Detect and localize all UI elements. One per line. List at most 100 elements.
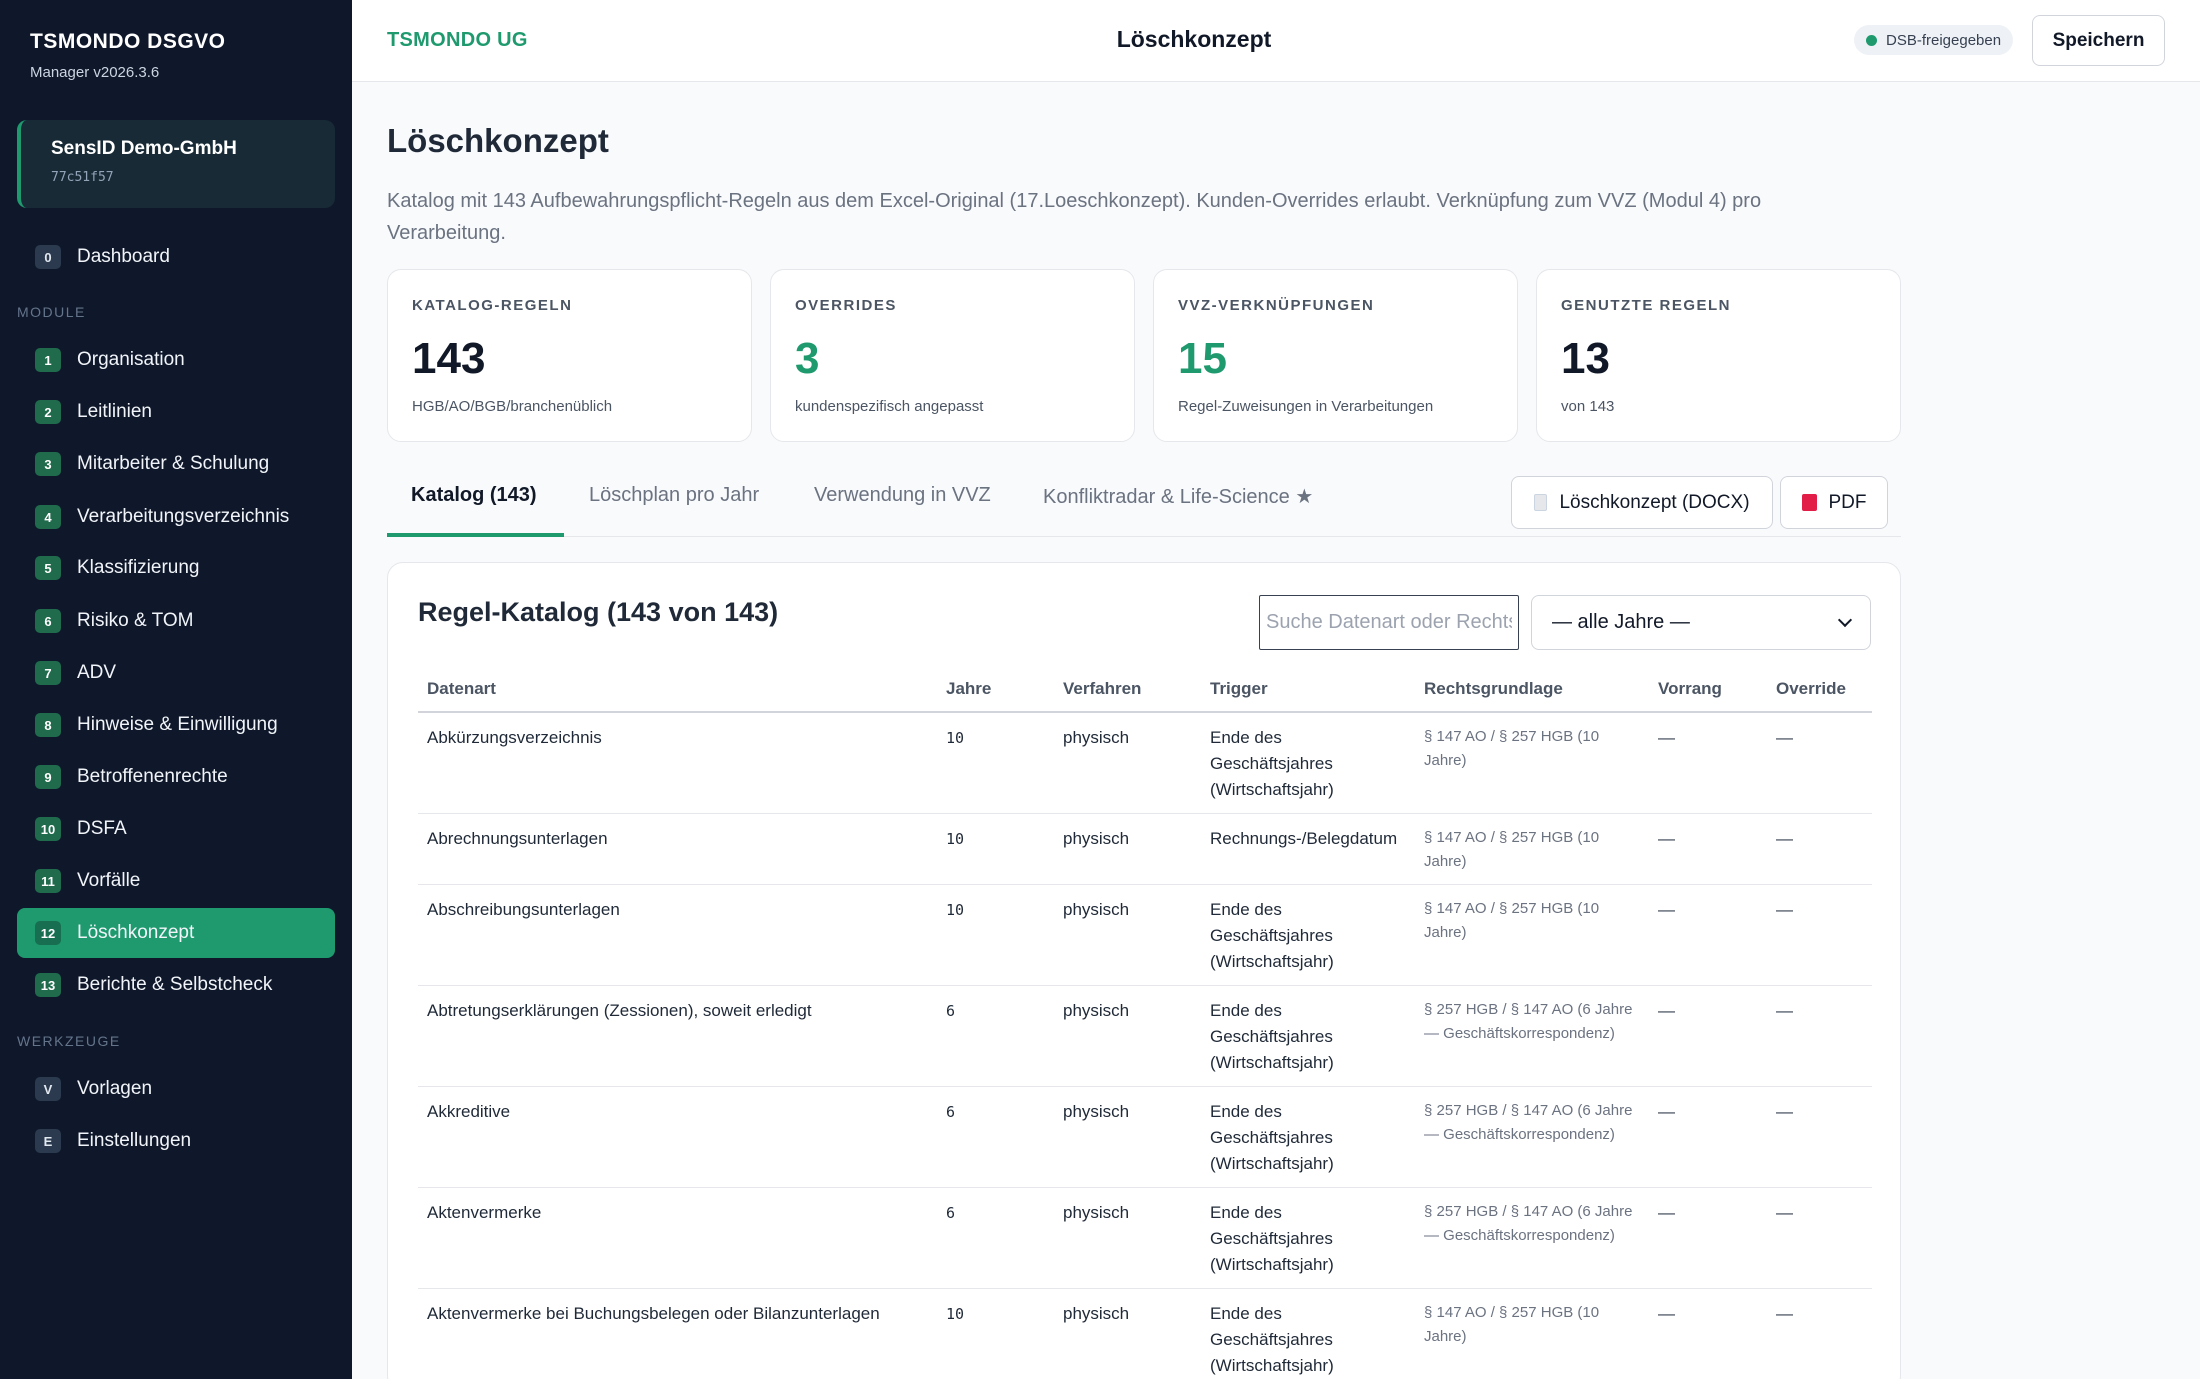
stat-sub: von 143	[1561, 398, 1615, 415]
catalog-title: Regel-Katalog (143 von 143)	[418, 597, 779, 627]
cell-trigger: Ende des Geschäftsjahres (Wirtschaftsjah…	[1201, 985, 1415, 1087]
org-card[interactable]: SensID Demo-GmbH 77c51f57	[17, 120, 335, 208]
cell-override: —	[1767, 985, 1872, 1087]
sidebar-item-mitarbeiter[interactable]: 3 Mitarbeiter & Schulung	[17, 439, 335, 489]
table-row[interactable]: Abschreibungsunterlagen 10 physisch Ende…	[418, 884, 1872, 986]
table-row[interactable]: Aktenvermerke 6 physisch Ende des Geschä…	[418, 1187, 1872, 1289]
cell-vorrang: —	[1649, 985, 1767, 1087]
cell-trigger: Ende des Geschäftsjahres (Wirtschaftsjah…	[1201, 1187, 1415, 1289]
stat-value: 143	[412, 334, 486, 383]
save-button[interactable]: Speichern	[2032, 15, 2165, 66]
search-input[interactable]	[1259, 595, 1519, 650]
nav-badge: 5	[35, 556, 61, 580]
sidebar-item-loeschkonzept[interactable]: 12 Löschkonzept	[17, 908, 335, 958]
sidebar-item-risiko-tom[interactable]: 6 Risiko & TOM	[17, 596, 335, 646]
sidebar-item-vvz[interactable]: 4 Verarbeitungsverzeichnis	[17, 492, 335, 542]
cell-verfahren: physisch	[1054, 884, 1201, 986]
cell-override: —	[1767, 1187, 1872, 1289]
sidebar-item-label: Leitlinien	[77, 401, 152, 422]
sidebar-item-label: Mitarbeiter & Schulung	[77, 453, 270, 474]
stat-sub: kundenspezifisch angepasst	[795, 398, 984, 415]
tab-verwendung-vvz[interactable]: Verwendung in VVZ	[814, 484, 991, 507]
app-version: Manager v2026.3.6	[30, 64, 160, 81]
tab-katalog[interactable]: Katalog (143)	[411, 484, 537, 507]
cell-jahre: 6	[937, 1187, 1054, 1289]
stat-label: VVZ-VERKNÜPFUNGEN	[1178, 297, 1375, 314]
nav-badge: 2	[35, 400, 61, 424]
tab-konfliktradar[interactable]: Konfliktradar & Life-Science ★	[1043, 484, 1313, 509]
cell-trigger: Ende des Geschäftsjahres (Wirtschaftsjah…	[1201, 1288, 1415, 1379]
pdf-icon	[1801, 494, 1817, 511]
active-tab-indicator	[387, 533, 564, 537]
sidebar-item-label: Hinweise & Einwilligung	[77, 714, 278, 735]
status-text: DSB-freigegeben	[1886, 31, 2002, 49]
sidebar-item-organisation[interactable]: 1 Organisation	[17, 335, 335, 385]
sidebar-item-dashboard[interactable]: 0 Dashboard	[17, 232, 335, 282]
page-title: Löschkonzept	[387, 122, 609, 159]
column-header[interactable]: Jahre	[937, 671, 1054, 713]
table-row[interactable]: Aktenvermerke bei Buchungsbelegen oder B…	[418, 1288, 1872, 1379]
sidebar-item-label: Vorlagen	[77, 1078, 153, 1099]
stat-sub: Regel-Zuweisungen in Verarbeitungen	[1178, 398, 1434, 415]
sidebar-item-label: Klassifizierung	[77, 557, 200, 578]
sidebar-item-berichte[interactable]: 13 Berichte & Selbstcheck	[17, 960, 335, 1010]
cell-override: —	[1767, 884, 1872, 986]
tabs-divider	[387, 536, 1901, 537]
stat-label: OVERRIDES	[795, 297, 897, 314]
cell-override: —	[1767, 1288, 1872, 1379]
sidebar-item-leitlinien[interactable]: 2 Leitlinien	[17, 387, 335, 437]
table-row[interactable]: Akkreditive 6 physisch Ende des Geschäft…	[418, 1086, 1872, 1188]
cell-trigger: Ende des Geschäftsjahres (Wirtschaftsjah…	[1201, 1086, 1415, 1188]
stat-sub: HGB/AO/BGB/branchenüblich	[412, 398, 613, 415]
sidebar-item-hinweise[interactable]: 8 Hinweise & Einwilligung	[17, 700, 335, 750]
sidebar-item-klassifizierung[interactable]: 5 Klassifizierung	[17, 543, 335, 593]
cell-rechtsgrundlage: § 257 HGB / § 147 AO (6 Jahre — Geschäft…	[1415, 1187, 1649, 1289]
nav-badge: 4	[35, 505, 61, 529]
column-header[interactable]: Verfahren	[1054, 671, 1201, 713]
year-filter-select[interactable]: — alle Jahre —	[1531, 595, 1871, 650]
tab-loeschplan[interactable]: Löschplan pro Jahr	[589, 484, 759, 507]
sidebar-item-vorlagen[interactable]: V Vorlagen	[17, 1064, 335, 1114]
cell-jahre: 10	[937, 1288, 1054, 1379]
sidebar-item-einstellungen[interactable]: E Einstellungen	[17, 1116, 335, 1166]
sidebar-item-label: Organisation	[77, 349, 185, 370]
cell-vorrang: —	[1649, 712, 1767, 814]
export-pdf-button[interactable]: PDF	[1780, 476, 1888, 529]
page-description: Katalog mit 143 Aufbewahrungspflicht-Reg…	[387, 190, 1762, 244]
sidebar-item-adv[interactable]: 7 ADV	[17, 648, 335, 698]
column-header[interactable]: Trigger	[1201, 671, 1415, 713]
sidebar-item-label: Vorfälle	[77, 870, 141, 891]
cell-datenart: Abrechnungsunterlagen	[418, 813, 937, 885]
stat-value: 15	[1178, 334, 1227, 383]
nav-badge: 7	[35, 661, 61, 685]
nav-badge: 10	[35, 817, 61, 841]
sidebar-item-betroffenenrechte[interactable]: 9 Betroffenenrechte	[17, 752, 335, 802]
cell-datenart: Aktenvermerke	[418, 1187, 937, 1289]
cell-vorrang: —	[1649, 1187, 1767, 1289]
app-title: TSMONDO DSGVO	[30, 30, 226, 53]
cell-jahre: 10	[937, 712, 1054, 814]
export-docx-button[interactable]: Löschkonzept (DOCX)	[1511, 476, 1773, 529]
column-header[interactable]: Override	[1767, 671, 1872, 713]
cell-rechtsgrundlage: § 257 HGB / § 147 AO (6 Jahre — Geschäft…	[1415, 985, 1649, 1087]
nav-badge: 8	[35, 713, 61, 737]
nav-badge: 0	[35, 245, 61, 269]
cell-rechtsgrundlage: § 147 AO / § 257 HGB (10 Jahre)	[1415, 1288, 1649, 1379]
sidebar-item-label: ADV	[77, 662, 117, 683]
column-header[interactable]: Rechtsgrundlage	[1415, 671, 1649, 713]
stat-card-vvz: VVZ-VERKNÜPFUNGEN 15 Regel-Zuweisungen i…	[1153, 269, 1518, 442]
column-header[interactable]: Datenart	[418, 671, 937, 713]
sidebar-item-dsfa[interactable]: 10 DSFA	[17, 804, 335, 854]
cell-datenart: Akkreditive	[418, 1086, 937, 1188]
table-row[interactable]: Abkürzungsverzeichnis 10 physisch Ende d…	[418, 712, 1872, 814]
topbar: TSMONDO UG Löschkonzept DSB-freigegeben …	[352, 0, 2200, 82]
table-row[interactable]: Abtretungserklärungen (Zessionen), sowei…	[418, 985, 1872, 1087]
cell-datenart: Abschreibungsunterlagen	[418, 884, 937, 986]
column-header[interactable]: Vorrang	[1649, 671, 1767, 713]
cell-verfahren: physisch	[1054, 1288, 1201, 1379]
sidebar-item-vorfaelle[interactable]: 11 Vorfälle	[17, 856, 335, 906]
stat-card-genutzt: GENUTZTE REGELN 13 von 143	[1536, 269, 1901, 442]
cell-jahre: 10	[937, 884, 1054, 986]
table-row[interactable]: Abrechnungsunterlagen 10 physisch Rechnu…	[418, 813, 1872, 885]
nav-badge: 1	[35, 348, 61, 372]
